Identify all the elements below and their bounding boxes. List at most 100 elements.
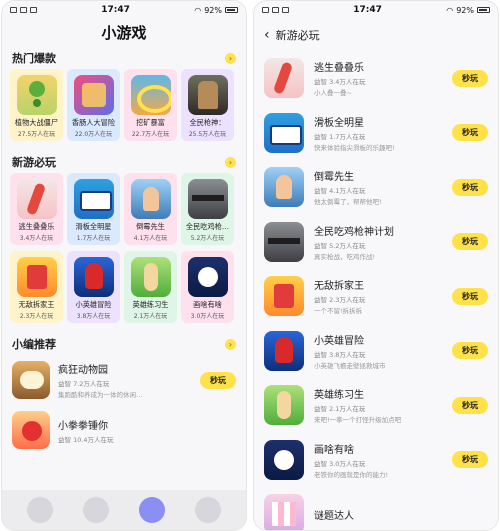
- game-info: 英雄练习生 益智 2.1万人在玩 来吧!一拳一个打怪升级加点吧: [314, 386, 452, 424]
- play-button[interactable]: 秒玩: [452, 451, 488, 469]
- recommend-section-header[interactable]: 小编推荐 ›: [2, 333, 246, 355]
- notification-icon: [30, 7, 37, 13]
- battery-text: 92%: [456, 5, 474, 15]
- game-players: 4.1万人在玩: [133, 235, 168, 242]
- list-item[interactable]: 画啥有啥 益智 3.0万人在玩 老铁你的画就是你的能力! 秒玩: [254, 433, 498, 488]
- game-desc: 真实枪战，吃鸡作战!: [314, 252, 376, 261]
- game-info: 无敌拆家王 益智 2.3万人在玩 一个不留!拆拆拆: [314, 277, 452, 315]
- page-header: ‹ 新游必玩: [254, 19, 498, 51]
- game-desc: 小英雄飞檐走壁拯救城市: [314, 361, 386, 370]
- more-arrow-icon[interactable]: ›: [225, 52, 236, 64]
- game-card[interactable]: 全民吃鸡枪… 5.2万人在玩: [181, 173, 234, 245]
- game-card[interactable]: 倒霉先生 4.1万人在玩: [124, 173, 177, 245]
- new-grid-row-2: 无敌拆家王 2.3万人在玩 小英雄冒险 3.8万人在玩 英雄练习生 2.1万人在…: [2, 251, 246, 323]
- game-players: 2.1万人在玩: [133, 313, 168, 320]
- game-name: 滑板全明星: [75, 222, 112, 231]
- play-button[interactable]: 秒玩: [452, 124, 488, 142]
- game-players: 5.2万人在玩: [190, 235, 225, 242]
- hot-section-title: 热门爆款: [12, 52, 56, 65]
- game-meta: 益智 10.4万人在玩: [58, 435, 114, 444]
- game-name: 小拳拳锤你: [58, 420, 108, 432]
- list-item[interactable]: 滑板全明星 益智 1.7万人在玩 快来体验指尖滑板的乐趣吧! 秒玩: [254, 106, 498, 161]
- play-button[interactable]: 秒玩: [452, 69, 488, 87]
- list-item[interactable]: 逃生叠叠乐 益智 3.4万人在玩 小人叠一叠~ 秒玩: [254, 51, 498, 106]
- list-item[interactable]: 无敌拆家王 益智 2.3万人在玩 一个不留!拆拆拆 秒玩: [254, 269, 498, 324]
- battery-icon: [224, 7, 238, 13]
- game-card[interactable]: 小英雄冒险 3.8万人在玩: [67, 251, 120, 323]
- wifi-icon: ◠: [194, 5, 202, 15]
- game-desc: 小人叠一叠~: [314, 89, 352, 98]
- hero-game-icon: [264, 330, 304, 371]
- list-item[interactable]: 小拳拳锤你 益智 10.4万人在玩: [2, 405, 246, 455]
- new-section-header[interactable]: 新游必玩 ›: [2, 151, 246, 173]
- skateboard-game-icon: [264, 112, 304, 153]
- notification-icon: [20, 7, 27, 13]
- game-meta: 益智 4.1万人在玩: [314, 187, 366, 196]
- game-card[interactable]: 无敌拆家王 2.3万人在玩: [10, 251, 63, 323]
- back-arrow-icon[interactable]: ‹: [264, 27, 270, 43]
- game-name: 逃生叠叠乐: [18, 222, 55, 231]
- nav-tab-icon[interactable]: [195, 497, 221, 523]
- page-title: 小游戏: [101, 24, 147, 42]
- game-card[interactable]: 全民枪神： 25.5万人在玩: [181, 69, 234, 141]
- game-card[interactable]: 画啥有啥 3.0万人在玩: [181, 251, 234, 323]
- game-meta: 益智 3.8万人在玩: [314, 350, 366, 359]
- list-item[interactable]: 小英雄冒险 益智 3.8万人在玩 小英雄飞檐走壁拯救城市 秒玩: [254, 324, 498, 379]
- list-item[interactable]: 谜题达人: [254, 487, 498, 530]
- game-desc: 他太倒霉了，帮帮他吧!: [314, 198, 382, 207]
- battery-icon: [476, 7, 490, 13]
- left-screen: 17:47 ◠ 92% 小游戏 热门爆款 › 植物大战僵尸 27.5万人在玩 香…: [1, 0, 247, 531]
- game-players: 27.5万人在玩: [17, 131, 56, 138]
- list-item[interactable]: 疯狂动物园 益智 7.2万人在玩 集跑酷和养成为一体的休闲… 秒玩: [2, 355, 246, 405]
- game-card[interactable]: 英雄练习生 2.1万人在玩: [124, 251, 177, 323]
- list-item[interactable]: 全民吃鸡枪神计划 益智 5.2万人在玩 真实枪战，吃鸡作战! 秒玩: [254, 215, 498, 270]
- game-info: 画啥有啥 益智 3.0万人在玩 老铁你的画就是你的能力!: [314, 441, 452, 479]
- more-arrow-icon[interactable]: ›: [225, 338, 236, 350]
- boxing-game-icon: [12, 411, 50, 449]
- play-button[interactable]: 秒玩: [452, 233, 488, 251]
- game-desc: 老铁你的画就是你的能力!: [314, 470, 389, 479]
- sausage-game-icon: [73, 75, 114, 115]
- status-bar: 17:47 ◠ 92%: [2, 1, 246, 19]
- game-name: 无敌拆家王: [314, 281, 364, 293]
- game-meta: 益智 7.2万人在玩: [58, 380, 110, 388]
- play-button[interactable]: 秒玩: [452, 342, 488, 360]
- more-arrow-icon[interactable]: ›: [225, 156, 236, 168]
- bottom-nav: [2, 490, 246, 530]
- list-item[interactable]: 倒霉先生 益智 4.1万人在玩 他太倒霉了，帮帮他吧! 秒玩: [254, 160, 498, 215]
- notification-icon: [272, 7, 279, 13]
- game-info: 疯狂动物园 益智 7.2万人在玩 集跑酷和养成为一体的休闲…: [58, 361, 200, 399]
- nav-tab-icon[interactable]: [83, 497, 109, 523]
- hot-section-header[interactable]: 热门爆款 ›: [2, 47, 246, 69]
- play-button[interactable]: 秒玩: [452, 396, 488, 414]
- game-desc: 快来体验指尖滑板的乐趣吧!: [314, 143, 395, 152]
- crazy-zoo-game-icon: [12, 361, 50, 399]
- list-item[interactable]: 英雄练习生 益智 2.1万人在玩 来吧!一拳一个打怪升级加点吧 秒玩: [254, 378, 498, 433]
- unlucky-game-icon: [264, 167, 304, 208]
- nav-tab-active-icon[interactable]: [139, 497, 165, 523]
- game-name: 植物大战僵尸: [14, 118, 59, 127]
- game-name: 全民枪神：: [189, 118, 226, 127]
- game-players: 3.0万人在玩: [190, 313, 225, 320]
- play-button[interactable]: 秒玩: [452, 178, 488, 196]
- game-name: 无敌拆家王: [18, 300, 55, 309]
- mining-game-icon: [130, 75, 171, 115]
- play-button[interactable]: 秒玩: [452, 287, 488, 305]
- game-card[interactable]: 逃生叠叠乐 3.4万人在玩: [10, 173, 63, 245]
- game-card[interactable]: 植物大战僵尸 27.5万人在玩: [10, 69, 63, 141]
- game-name: 疯狂动物园: [58, 365, 108, 376]
- status-bar: 17:47 ◠ 92%: [254, 1, 498, 19]
- game-name: 谜题达人: [314, 510, 354, 522]
- game-players: 3.8万人在玩: [76, 313, 111, 320]
- game-name: 倒霉先生: [314, 172, 354, 184]
- game-card[interactable]: 挖矿暴富 22.7万人在玩: [124, 69, 177, 141]
- game-players: 22.0万人在玩: [74, 131, 113, 138]
- game-name: 画啥有啥: [193, 300, 222, 309]
- game-card[interactable]: 香肠人大冒险 22.0万人在玩: [67, 69, 120, 141]
- game-players: 22.7万人在玩: [131, 131, 170, 138]
- nav-tab-icon[interactable]: [27, 497, 53, 523]
- play-button[interactable]: 秒玩: [200, 371, 236, 389]
- game-list: 逃生叠叠乐 益智 3.4万人在玩 小人叠一叠~ 秒玩 滑板全明星 益智 1.7万…: [254, 51, 498, 530]
- game-card[interactable]: 滑板全明星 1.7万人在玩: [67, 173, 120, 245]
- game-info: 谜题达人: [314, 507, 488, 522]
